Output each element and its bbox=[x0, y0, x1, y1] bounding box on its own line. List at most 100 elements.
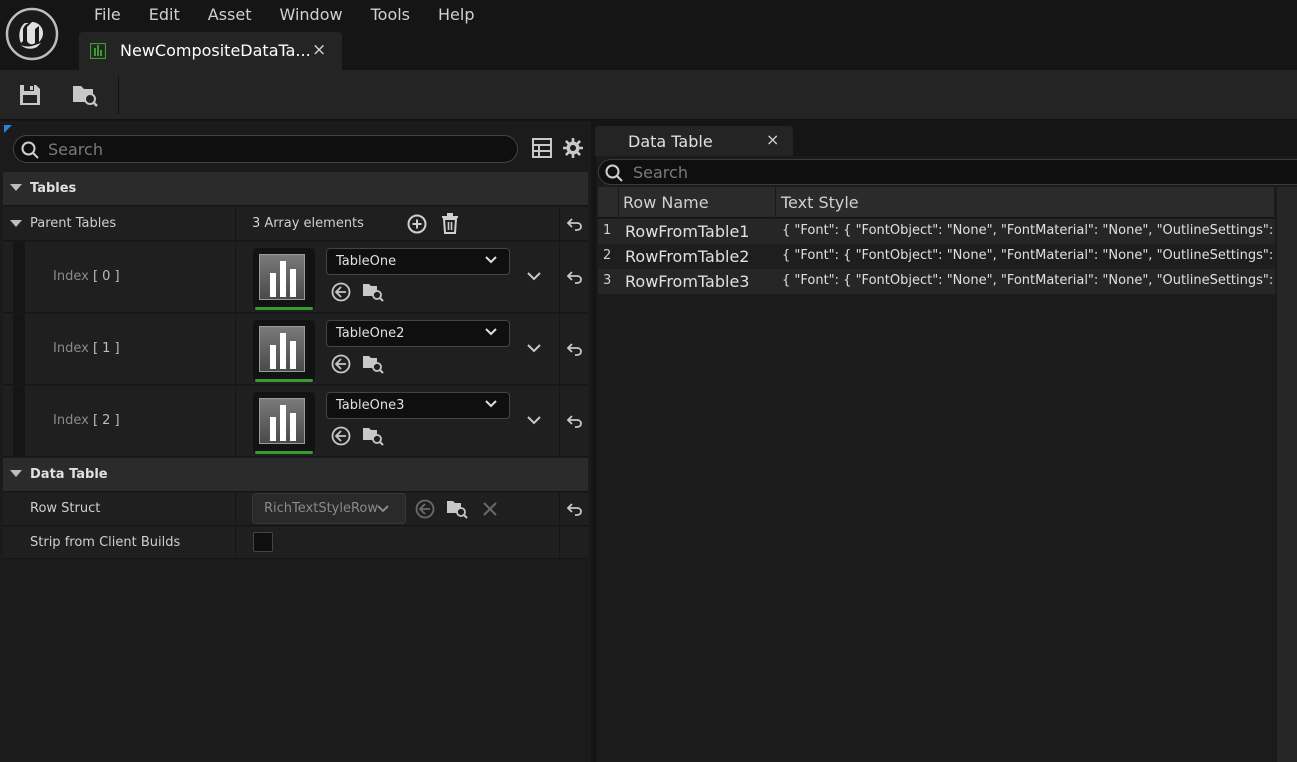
category-data-table[interactable]: Data Table bbox=[3, 458, 588, 492]
chevron-down-icon bbox=[377, 505, 389, 513]
folder-search-icon bbox=[363, 428, 384, 446]
table-asset-combo[interactable]: TableOne3 bbox=[326, 392, 510, 419]
menu-tools[interactable]: Tools bbox=[357, 4, 424, 26]
strip-from-client-builds-row: Strip from Client Builds bbox=[3, 527, 588, 559]
row-struct-label: Row Struct bbox=[30, 501, 101, 516]
data-table-tab-close-icon[interactable]: × bbox=[766, 130, 779, 149]
row-struct-row: Row Struct RichTextStyleRow bbox=[3, 493, 588, 526]
strip-name-cell: Strip from Client Builds bbox=[3, 527, 236, 558]
gear-icon[interactable] bbox=[562, 137, 584, 159]
indent-guide bbox=[13, 242, 25, 312]
column-separator bbox=[618, 187, 619, 218]
folder-search-icon bbox=[363, 284, 384, 302]
unreal-engine-logo-icon[interactable] bbox=[5, 7, 59, 61]
document-tab[interactable]: NewCompositeDataTa... × bbox=[79, 32, 342, 70]
browse-asset-button[interactable] bbox=[362, 353, 384, 375]
table-asset-value: TableOne3 bbox=[336, 398, 405, 413]
use-selected-button[interactable] bbox=[330, 353, 352, 375]
asset-type-bar bbox=[255, 451, 313, 454]
asset-thumbnail[interactable] bbox=[253, 392, 315, 454]
column-header-text-style[interactable]: Text Style bbox=[781, 193, 859, 212]
vertical-scrollbar[interactable] bbox=[1277, 187, 1297, 762]
data-table-tab-label: Data Table bbox=[628, 132, 713, 151]
use-selected-button[interactable] bbox=[330, 425, 352, 447]
row-text-style: { "Font": { "FontObject": "None", "FontM… bbox=[782, 223, 1273, 238]
menu-help[interactable]: Help bbox=[424, 4, 488, 26]
asset-thumbnail[interactable] bbox=[253, 248, 315, 310]
index-name-cell: Index [ 2 ] bbox=[3, 386, 236, 456]
chevron-down-icon bbox=[485, 400, 497, 408]
data-table-search-input[interactable] bbox=[633, 161, 1273, 183]
strip-from-client-builds-checkbox[interactable] bbox=[253, 532, 273, 552]
reset-to-default-button[interactable] bbox=[559, 386, 588, 456]
data-table-tab[interactable]: Data Table × bbox=[595, 126, 793, 156]
category-tables[interactable]: Tables bbox=[3, 172, 588, 206]
index-label: Index [ 1 ] bbox=[53, 341, 120, 356]
table-asset-value: TableOne2 bbox=[336, 326, 405, 341]
menu-file[interactable]: File bbox=[80, 4, 135, 26]
collapse-arrow-icon bbox=[10, 470, 22, 477]
data-table-icon bbox=[90, 43, 106, 59]
table-view-icon[interactable] bbox=[532, 138, 552, 158]
collapse-arrow-icon[interactable] bbox=[10, 220, 22, 227]
chevron-down-icon bbox=[485, 328, 497, 336]
data-table-header: Row Name Text Style bbox=[598, 187, 1275, 218]
table-row[interactable]: 3 RowFromTable3 { "Font": { "FontObject"… bbox=[598, 269, 1275, 294]
browse-asset-button[interactable] bbox=[362, 281, 384, 303]
use-selected-button[interactable] bbox=[330, 281, 352, 303]
table-row[interactable]: 2 RowFromTable2 { "Font": { "FontObject"… bbox=[598, 244, 1275, 269]
reset-to-default-button[interactable] bbox=[559, 207, 588, 240]
document-tab-close-icon[interactable]: × bbox=[312, 40, 326, 60]
menu-asset[interactable]: Asset bbox=[194, 4, 266, 26]
row-text-style: { "Font": { "FontObject": "None", "FontM… bbox=[782, 248, 1273, 263]
trash-icon[interactable] bbox=[441, 213, 459, 234]
index-label: Index [ 0 ] bbox=[53, 269, 120, 284]
asset-type-bar bbox=[255, 379, 313, 382]
reset-to-default-button[interactable] bbox=[559, 242, 588, 312]
data-table-thumbnail-icon bbox=[259, 326, 305, 372]
data-table-thumbnail-icon bbox=[259, 254, 305, 300]
title-bar: File Edit Asset Window Tools Help NewCom… bbox=[0, 0, 1297, 70]
reset-arrow-icon bbox=[566, 343, 582, 356]
index-name-cell: Index [ 1 ] bbox=[3, 314, 236, 384]
asset-thumbnail[interactable] bbox=[253, 320, 315, 382]
table-asset-combo[interactable]: TableOne bbox=[326, 248, 510, 275]
expand-chevron-icon[interactable] bbox=[527, 271, 541, 281]
menu-window[interactable]: Window bbox=[266, 4, 357, 26]
array-count-text: 3 Array elements bbox=[252, 216, 364, 231]
menu-bar: File Edit Asset Window Tools Help bbox=[80, 4, 489, 26]
expand-chevron-icon[interactable] bbox=[527, 415, 541, 425]
reset-to-default-button[interactable] bbox=[559, 493, 588, 525]
add-element-icon[interactable] bbox=[407, 214, 427, 234]
menu-edit[interactable]: Edit bbox=[135, 4, 194, 26]
row-text-style: { "Font": { "FontObject": "None", "FontM… bbox=[782, 273, 1273, 288]
browse-asset-button[interactable] bbox=[362, 425, 384, 447]
save-button[interactable] bbox=[14, 80, 46, 110]
category-data-table-label: Data Table bbox=[30, 467, 108, 482]
details-search-input[interactable] bbox=[48, 138, 508, 160]
index-name-cell: Index [ 0 ] bbox=[3, 242, 236, 312]
reset-to-default-button[interactable] bbox=[559, 314, 588, 384]
row-struct-name-cell: Row Struct bbox=[3, 493, 236, 525]
folder-search-icon[interactable] bbox=[446, 499, 468, 519]
table-row[interactable]: 1 RowFromTable1 { "Font": { "FontObject"… bbox=[598, 219, 1275, 244]
indent-guide bbox=[13, 386, 25, 456]
folder-search-icon bbox=[73, 86, 98, 107]
use-selected-arrow-icon bbox=[331, 426, 351, 446]
save-icon bbox=[20, 85, 40, 105]
reset-arrow-icon bbox=[566, 271, 582, 284]
column-header-row-name[interactable]: Row Name bbox=[623, 193, 709, 212]
data-table-panel: Data Table × Row Name Text Style 1 RowFr… bbox=[593, 121, 1297, 762]
parent-table-element-1: Index [ 1 ] TableOne2 bbox=[3, 314, 588, 385]
expand-chevron-icon[interactable] bbox=[527, 343, 541, 353]
browse-to-asset-button[interactable] bbox=[69, 80, 101, 110]
column-separator[interactable] bbox=[775, 187, 776, 218]
data-table-thumbnail-icon bbox=[259, 398, 305, 444]
row-number: 2 bbox=[603, 248, 612, 263]
use-selected-arrow-icon bbox=[415, 499, 435, 519]
use-selected-arrow-icon bbox=[331, 282, 351, 302]
search-icon bbox=[21, 141, 39, 159]
table-asset-value: TableOne bbox=[336, 254, 397, 269]
table-asset-combo[interactable]: TableOne2 bbox=[326, 320, 510, 347]
use-selected-arrow-icon bbox=[331, 354, 351, 374]
